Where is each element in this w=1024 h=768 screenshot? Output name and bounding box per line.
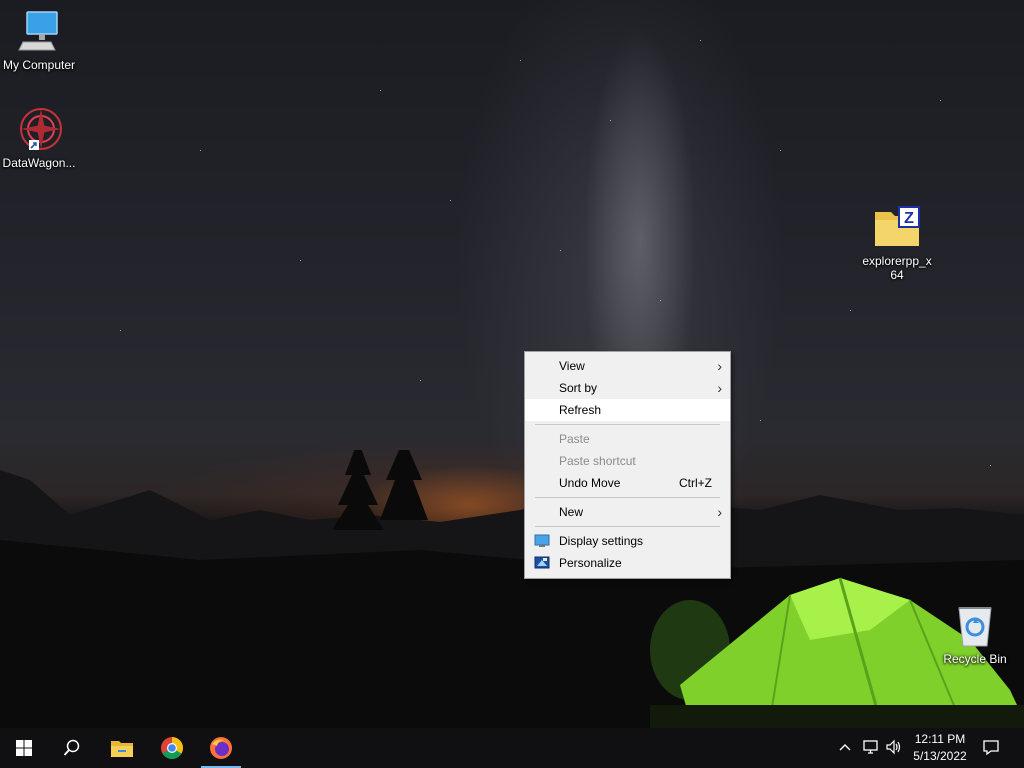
recycle-bin-icon xyxy=(958,607,992,647)
taskbar: 12:11 PM 5/13/2022 xyxy=(0,728,1024,768)
chrome-icon xyxy=(161,737,183,759)
menu-separator xyxy=(535,526,720,527)
menu-item-paste[interactable]: Paste xyxy=(525,428,730,450)
menu-item-personalize[interactable]: Personalize xyxy=(525,552,730,574)
menu-item-label: View xyxy=(559,359,585,373)
personalize-icon xyxy=(534,556,550,569)
desktop-icon-label: My Computer xyxy=(2,58,76,72)
menu-item-label: Paste xyxy=(559,432,590,446)
chevron-right-icon: › xyxy=(717,380,722,396)
menu-item-label: Paste shortcut xyxy=(559,454,636,468)
zip-folder-icon: Z xyxy=(875,206,920,246)
desktop-icon-label: explorerpp_x64 xyxy=(862,254,932,282)
tray-volume[interactable] xyxy=(885,738,903,759)
taskbar-firefox[interactable] xyxy=(197,728,245,768)
desktop-icon-recycle-bin[interactable]: Recycle Bin xyxy=(933,602,1017,666)
clock-date: 5/13/2022 xyxy=(913,749,967,763)
menu-item-label: Personalize xyxy=(559,556,622,570)
clock-time: 12:11 PM xyxy=(914,732,966,746)
chevron-right-icon: › xyxy=(717,358,722,374)
tray-overflow-button[interactable] xyxy=(838,738,852,759)
network-icon xyxy=(863,740,878,754)
menu-item-paste-shortcut[interactable]: Paste shortcut xyxy=(525,450,730,472)
datawagon-icon xyxy=(20,108,62,150)
desktop-icon-my-computer[interactable]: My Computer xyxy=(0,8,81,72)
desktop-icon-explorerpp[interactable]: Z explorerpp_x64 xyxy=(855,204,939,282)
menu-item-label: Refresh xyxy=(559,403,602,417)
menu-item-view[interactable]: View › xyxy=(525,355,730,377)
tray-network[interactable] xyxy=(862,738,880,759)
menu-item-display-settings[interactable]: Display settings xyxy=(525,530,730,552)
search-button[interactable] xyxy=(48,728,96,768)
search-icon xyxy=(63,739,80,756)
menu-item-sort-by[interactable]: Sort by › xyxy=(525,377,730,399)
menu-item-refresh[interactable]: Refresh xyxy=(525,399,730,421)
menu-item-label: Sort by xyxy=(559,381,598,395)
taskbar-clock[interactable]: 12:11 PM 5/13/2022 xyxy=(908,731,972,765)
menu-item-label: New xyxy=(559,505,584,519)
desktop-icon-datawagon[interactable]: DataWagon... xyxy=(0,106,81,170)
menu-item-label: Display settings xyxy=(559,534,644,548)
desktop-icon-label: DataWagon... xyxy=(2,156,76,170)
desktop-icon-label: Recycle Bin xyxy=(943,652,1007,666)
desktop-context-menu: View › Sort by › Refresh Paste Paste sho… xyxy=(524,351,731,579)
display-settings-icon xyxy=(534,534,550,547)
menu-separator xyxy=(535,497,720,498)
action-center-icon xyxy=(983,740,999,756)
menu-separator xyxy=(535,424,720,425)
chevron-up-icon xyxy=(839,744,851,751)
windows-start-icon xyxy=(16,740,32,756)
taskbar-chrome[interactable] xyxy=(148,728,196,768)
menu-item-label: Undo Move xyxy=(559,476,621,490)
menu-item-undo-move[interactable]: Undo Move Ctrl+Z xyxy=(525,472,730,494)
action-center-button[interactable] xyxy=(982,738,1000,759)
taskbar-file-explorer[interactable] xyxy=(98,728,146,768)
svg-text:Z: Z xyxy=(904,210,914,227)
chevron-right-icon: › xyxy=(717,504,722,520)
firefox-icon xyxy=(210,737,232,759)
menu-item-new[interactable]: New › xyxy=(525,501,730,523)
volume-icon xyxy=(886,739,901,755)
menu-item-shortcut: Ctrl+Z xyxy=(679,476,712,490)
file-explorer-icon xyxy=(111,741,133,757)
start-button[interactable] xyxy=(0,728,48,768)
desktop[interactable]: My Computer DataWagon... Z explorerpp_x6… xyxy=(0,0,1024,728)
computer-icon xyxy=(18,11,58,51)
